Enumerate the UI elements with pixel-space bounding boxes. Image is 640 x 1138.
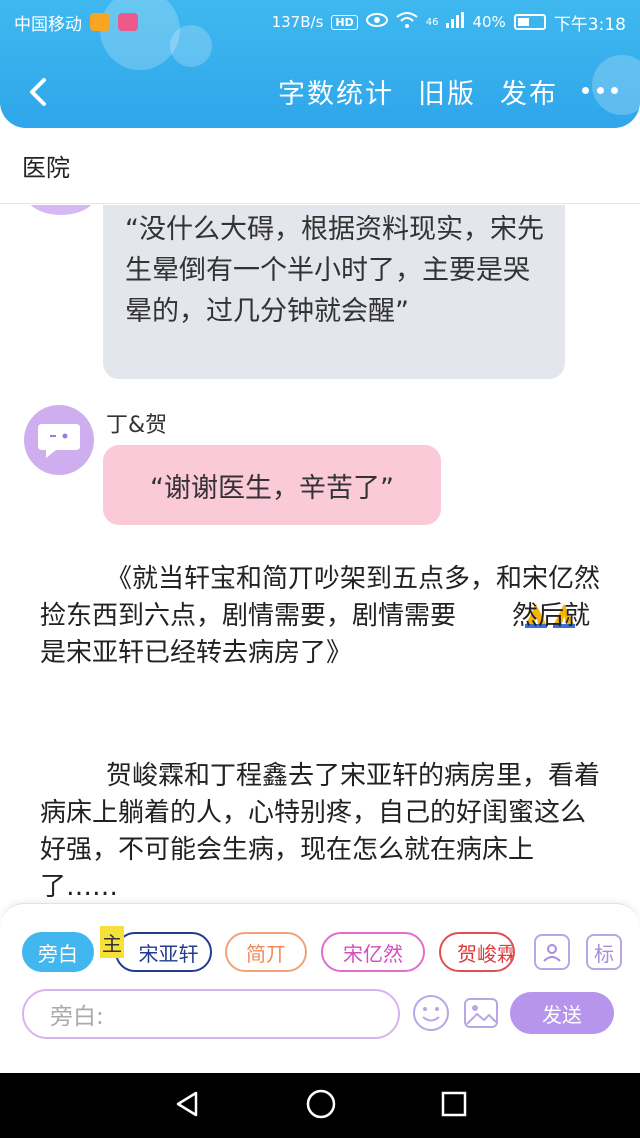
battery-icon [513, 14, 546, 30]
message-bubble-pink[interactable]: “谢谢医生，辛苦了” [103, 445, 441, 525]
more-icon[interactable] [582, 86, 618, 97]
nav-bar: 字数统计 旧版 发布 [0, 60, 640, 126]
chat-face-icon [38, 424, 80, 458]
role-chip-jian[interactable]: 简丌 [225, 932, 307, 972]
back-arrow-icon[interactable] [22, 74, 58, 110]
carrier-label: 中国移动 [14, 14, 82, 35]
nav-home-icon[interactable] [305, 1088, 337, 1124]
role-chip-song-yiran[interactable]: 宋亿然 [321, 932, 425, 972]
publish-button[interactable]: 发布 [500, 72, 558, 111]
wifi-icon [396, 11, 418, 34]
speaker-name: 丁&贺 [106, 413, 168, 438]
status-bar: 中国移动 137B/s HD 46 40% 下午3:18 [0, 0, 640, 44]
message-bubble-gray[interactable]: “没什么大碍，根据资料现实，宋先生晕倒有一个半小时了，主要是哭晕的，过几分钟就会… [103, 205, 565, 379]
chapter-title[interactable]: 医院 [0, 128, 640, 204]
network-speed: 137B/s [271, 13, 324, 31]
clock: 下午3:18 [553, 14, 626, 35]
weibo-icon [90, 13, 110, 31]
tag-icon[interactable]: 标 [586, 934, 622, 970]
character-icon[interactable] [534, 934, 570, 970]
app-notification-icon [118, 13, 138, 31]
image-icon[interactable] [462, 994, 500, 1032]
pray-emoji-icon [456, 602, 548, 628]
signal-icon [446, 11, 465, 33]
eye-icon [365, 12, 388, 33]
role-chip-he[interactable]: 贺峻霖 [439, 932, 515, 972]
main-role-tag: 主 [100, 926, 124, 958]
nav-recents-icon[interactable] [440, 1090, 468, 1122]
battery-percent: 40% [472, 13, 506, 31]
send-button[interactable]: 发送 [510, 992, 614, 1034]
hd-badge: HD [331, 14, 358, 30]
app-header: 中国移动 137B/s HD 46 40% 下午3:18 字数统计 旧版 发布 [0, 0, 640, 128]
composer-panel: 旁白 宋亚轩 主 简丌 宋亿然 贺峻霖 标 旁白: 发送 [0, 903, 640, 1073]
nav-back-icon[interactable] [172, 1089, 202, 1123]
old-version-button[interactable]: 旧版 [418, 72, 476, 111]
avatar[interactable] [24, 405, 94, 475]
pray-emoji-icon [484, 602, 576, 628]
role-chip-song-yaxuan[interactable]: 宋亚轩 [115, 932, 212, 972]
word-count-button[interactable]: 字数统计 [278, 72, 394, 111]
emoji-icon[interactable] [412, 994, 450, 1032]
narration-paragraph[interactable]: 《就当轩宝和简丌吵架到五点多，和宋亿然捡东西到六点，剧情需要，剧情需要 然后就是宋… [40, 561, 600, 672]
role-chip-narrator[interactable]: 旁白 [22, 932, 94, 972]
network-type: 46 [425, 16, 439, 28]
avatar [26, 205, 96, 215]
message-input[interactable]: 旁白: [22, 989, 400, 1039]
story-content[interactable]: “没什么大碍，根据资料现实，宋先生晕倒有一个半小时了，主要是哭晕的，过几分钟就会… [0, 205, 640, 905]
system-nav-bar [0, 1073, 640, 1138]
narration-paragraph[interactable]: 贺峻霖和丁程鑫去了宋亚轩的病房里，看着病床上躺着的人，心特别疼，自己的好闺蜜这么… [40, 758, 600, 905]
